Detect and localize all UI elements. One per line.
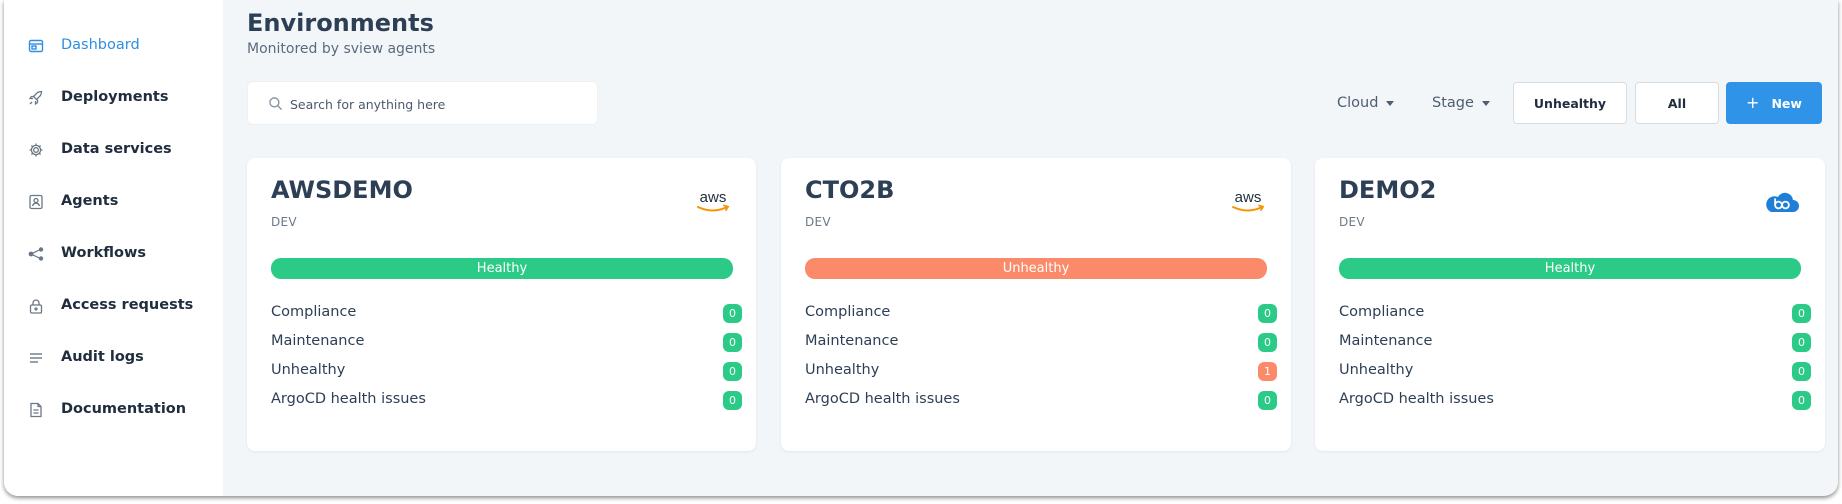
svg-text:aws: aws xyxy=(700,189,727,206)
environment-stage: DEV xyxy=(1339,215,1365,229)
sidebar-item-audit-logs[interactable]: Audit logs xyxy=(4,338,223,378)
metric-count-badge: 0 xyxy=(1792,304,1811,323)
environment-name: DEMO2 xyxy=(1339,176,1437,204)
app-frame: Dashboard Deployments Data services Agen… xyxy=(4,0,1838,496)
metric-count-badge: 0 xyxy=(723,391,742,410)
health-status-bar: Unhealthy xyxy=(805,258,1267,279)
rocket-icon xyxy=(28,90,44,106)
sidebar: Dashboard Deployments Data services Agen… xyxy=(4,0,223,496)
metric-count-badge: 0 xyxy=(1792,333,1811,352)
metric-label-argocd: ArgoCD health issues xyxy=(805,391,960,407)
page-title: Environments xyxy=(247,9,434,37)
dashboard-icon xyxy=(28,38,44,54)
sidebar-item-label: Data services xyxy=(61,141,172,157)
sidebar-item-access-requests[interactable]: Access requests xyxy=(4,286,223,326)
new-button-label: New xyxy=(1771,95,1802,111)
metric-count-badge: 1 xyxy=(1258,362,1277,381)
metric-label-unhealthy: Unhealthy xyxy=(1339,362,1414,378)
environment-card[interactable]: CTO2B DEV aws Unhealthy Compliance 0 Mai… xyxy=(781,158,1291,451)
metric-count-badge: 0 xyxy=(1258,391,1277,410)
cloud-filter-label: Cloud xyxy=(1337,95,1379,111)
cloud-filter-dropdown[interactable]: Cloud xyxy=(1337,95,1395,111)
metric-count-badge: 0 xyxy=(723,362,742,381)
svg-text:aws: aws xyxy=(1235,189,1262,206)
sidebar-item-label: Deployments xyxy=(61,89,169,105)
sidebar-item-documentation[interactable]: Documentation xyxy=(4,390,223,430)
workflow-icon xyxy=(28,246,44,262)
metric-label-argocd: ArgoCD health issues xyxy=(1339,391,1494,407)
unhealthy-filter-button[interactable]: Unhealthy xyxy=(1513,82,1627,124)
chevron-down-icon xyxy=(1481,101,1490,106)
sidebar-item-label: Audit logs xyxy=(61,349,144,365)
gear-icon xyxy=(28,142,44,158)
metric-count-badge: 0 xyxy=(1792,362,1811,381)
environment-name: AWSDEMO xyxy=(271,176,413,204)
search-input[interactable] xyxy=(290,92,580,116)
environment-name: CTO2B xyxy=(805,176,895,204)
metric-label-maintenance: Maintenance xyxy=(271,333,365,349)
health-status-bar: Healthy xyxy=(271,258,733,279)
sidebar-item-data-services[interactable]: Data services xyxy=(4,130,223,170)
environment-stage: DEV xyxy=(271,215,297,229)
sidebar-item-label: Dashboard xyxy=(61,37,140,53)
aws-logo-icon: aws xyxy=(1229,188,1267,216)
sidebar-item-label: Documentation xyxy=(61,401,187,417)
stage-filter-label: Stage xyxy=(1432,95,1474,111)
search-icon xyxy=(268,96,283,111)
chevron-down-icon xyxy=(1386,101,1395,106)
metric-label-unhealthy: Unhealthy xyxy=(271,362,346,378)
metric-label-compliance: Compliance xyxy=(805,304,891,320)
metric-count-badge: 0 xyxy=(723,304,742,323)
environment-card[interactable]: DEMO2 DEV Healthy Compliance 0 Maintenan… xyxy=(1315,158,1825,451)
metric-label-compliance: Compliance xyxy=(271,304,357,320)
metric-count-badge: 0 xyxy=(1792,391,1811,410)
sidebar-item-label: Workflows xyxy=(61,245,146,261)
health-status-bar: Healthy xyxy=(1339,258,1801,279)
plus-icon: + xyxy=(1746,93,1760,112)
metric-label-argocd: ArgoCD health issues xyxy=(271,391,426,407)
document-icon xyxy=(28,402,44,418)
metric-count-badge: 0 xyxy=(1258,333,1277,352)
agent-icon xyxy=(28,194,44,210)
metric-label-unhealthy: Unhealthy xyxy=(805,362,880,378)
all-filter-button[interactable]: All xyxy=(1635,82,1719,124)
sidebar-item-dashboard[interactable]: Dashboard xyxy=(4,26,223,66)
stage-filter-dropdown[interactable]: Stage xyxy=(1432,95,1490,111)
list-icon xyxy=(28,350,44,366)
metric-label-maintenance: Maintenance xyxy=(1339,333,1433,349)
sidebar-item-label: Access requests xyxy=(61,297,194,313)
lock-icon xyxy=(28,298,44,314)
new-environment-button[interactable]: + New xyxy=(1726,82,1822,124)
sidebar-item-agents[interactable]: Agents xyxy=(4,182,223,222)
sidebar-item-deployments[interactable]: Deployments xyxy=(4,78,223,118)
sidebar-item-label: Agents xyxy=(61,193,119,209)
metric-count-badge: 0 xyxy=(723,333,742,352)
search-box xyxy=(247,81,598,125)
aws-logo-icon: aws xyxy=(694,188,732,216)
page-subtitle: Monitored by sview agents xyxy=(247,41,436,57)
environment-card[interactable]: AWSDEMO DEV aws Healthy Compliance 0 Mai… xyxy=(247,158,756,451)
environment-stage: DEV xyxy=(805,215,831,229)
metric-label-maintenance: Maintenance xyxy=(805,333,899,349)
cloud-logo-icon xyxy=(1763,188,1801,216)
metric-count-badge: 0 xyxy=(1258,304,1277,323)
sidebar-item-workflows[interactable]: Workflows xyxy=(4,234,223,274)
metric-label-compliance: Compliance xyxy=(1339,304,1425,320)
